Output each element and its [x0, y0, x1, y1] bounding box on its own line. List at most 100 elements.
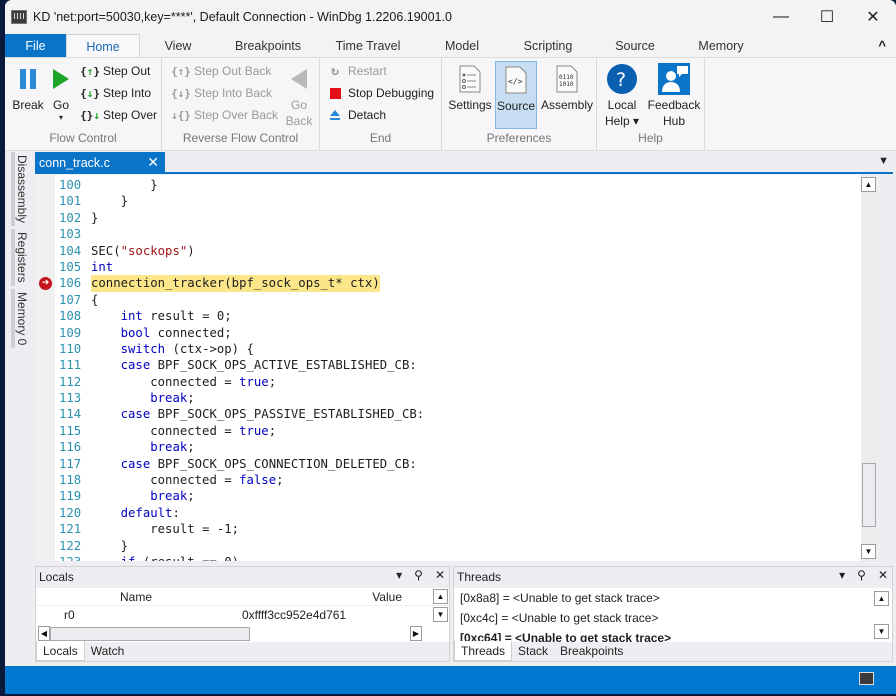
restart-icon: ↻	[331, 63, 339, 79]
scroll-down-icon[interactable]: ▼	[861, 544, 876, 559]
code-line[interactable]: 121 result = -1;	[55, 521, 877, 537]
scroll-thumb[interactable]	[862, 463, 876, 527]
break-button[interactable]: Break	[11, 61, 45, 113]
code-line[interactable]: 117 case BPF_SOCK_OPS_CONNECTION_DELETED…	[55, 456, 877, 472]
step-out-button[interactable]: {↑} Step Out	[80, 61, 150, 81]
code-line[interactable]: 120 default:	[55, 505, 877, 521]
code-line[interactable]: 109 bool connected;	[55, 325, 877, 341]
tab-scripting[interactable]: Scripting	[508, 34, 588, 58]
threads-scroll-down-icon[interactable]: ▼	[874, 624, 889, 639]
side-tab-memory[interactable]: Memory 0	[11, 288, 29, 349]
notification-icon[interactable]	[859, 672, 874, 685]
tab-view[interactable]: View	[140, 34, 216, 58]
tab-overflow-icon[interactable]: ▼	[878, 155, 889, 167]
editor-vertical-scrollbar[interactable]: ▲ ▼	[861, 175, 877, 561]
tab-home[interactable]: Home	[66, 34, 140, 58]
pane-dropdown-icon[interactable]: ▾	[396, 568, 402, 582]
side-tab-registers[interactable]: Registers	[11, 229, 29, 286]
tab-file[interactable]: File	[5, 34, 66, 58]
locals-horizontal-scrollbar[interactable]: ◀ ▶	[38, 626, 422, 641]
code-line[interactable]: 103	[55, 226, 877, 242]
minimize-button[interactable]: —	[758, 0, 804, 34]
code-line[interactable]: 116 break;	[55, 439, 877, 455]
pane-close-icon[interactable]: ✕	[878, 568, 888, 582]
go-dropdown-icon[interactable]: ▾	[59, 113, 63, 123]
code-line[interactable]: 111 case BPF_SOCK_OPS_ACTIVE_ESTABLISHED…	[55, 357, 877, 373]
tab-watch[interactable]: Watch	[85, 641, 131, 661]
tab-breakpoints[interactable]: Breakpoints	[216, 34, 320, 58]
thread-item[interactable]: [0xc4c] = <Unable to get stack trace>	[454, 608, 892, 628]
code-text: int	[91, 259, 114, 274]
go-back-button[interactable]: Go Back	[284, 61, 314, 129]
detach-button[interactable]: Detach	[326, 105, 386, 125]
local-help-button[interactable]: ? Local Help ▾	[603, 61, 641, 129]
code-line[interactable]: 112 connected = true;	[55, 374, 877, 390]
thread-item[interactable]: [0x8a8] = <Unable to get stack trace>	[454, 588, 892, 608]
go-button[interactable]: Go ▾	[49, 61, 73, 123]
locals-scroll-down-icon[interactable]: ▼	[433, 607, 448, 622]
step-into-back-button[interactable]: {↓} Step Into Back	[171, 83, 272, 103]
stop-debugging-button[interactable]: Stop Debugging	[326, 83, 434, 103]
code-line[interactable]: 118 connected = false;	[55, 472, 877, 488]
feedback-hub-button[interactable]: Feedback Hub	[647, 61, 701, 129]
tab-breakpoints-pane[interactable]: Breakpoints	[554, 641, 629, 661]
close-tab-icon[interactable]: ✕	[147, 154, 159, 171]
code-line[interactable]: 101 }	[55, 193, 877, 209]
code-line[interactable]: 108 int result = 0;	[55, 308, 877, 324]
code-line[interactable]: 115 connected = true;	[55, 423, 877, 439]
pin-icon[interactable]: ⚲	[857, 568, 866, 582]
source-code-icon: </>	[505, 62, 527, 98]
pin-icon[interactable]: ⚲	[414, 568, 423, 582]
tab-stack[interactable]: Stack	[512, 641, 554, 661]
column-header-value[interactable]: Value	[236, 588, 432, 605]
line-number: 100	[59, 178, 82, 192]
scroll-left-icon[interactable]: ◀	[38, 626, 50, 641]
pane-dropdown-icon[interactable]: ▾	[839, 568, 845, 582]
threads-pane: Threads ▾ ⚲ ✕ [0x8a8] = <Unable to get s…	[453, 566, 893, 662]
h-scroll-thumb[interactable]	[50, 626, 250, 641]
threads-scroll-up-icon[interactable]: ▲	[874, 591, 889, 606]
thread-item-current[interactable]: [0xc64] = <Unable to get stack trace>	[454, 628, 892, 642]
maximize-button[interactable]: ☐	[804, 0, 850, 34]
breakpoint-gutter[interactable]	[35, 175, 55, 561]
source-button[interactable]: </> Source	[495, 61, 537, 129]
scroll-up-icon[interactable]: ▲	[861, 177, 876, 192]
code-line[interactable]: 100 }	[55, 177, 877, 193]
locals-row[interactable]: r0 0xffff3cc952e4d761	[36, 606, 449, 624]
code-line[interactable]: 107 {	[55, 292, 877, 308]
pane-close-icon[interactable]: ✕	[435, 568, 445, 582]
side-tool-tabs: Disassembly Registers Memory 0	[11, 152, 31, 351]
collapse-ribbon-icon[interactable]: ^	[878, 38, 886, 53]
code-line[interactable]: 119 break;	[55, 488, 877, 504]
settings-button[interactable]: Settings	[448, 61, 492, 113]
side-tab-disassembly[interactable]: Disassembly	[11, 152, 29, 227]
code-line[interactable]: ➜ 106 connection_tracker(bpf_sock_ops_t* c…	[39, 275, 877, 292]
step-over-back-button[interactable]: ↓{} Step Over Back	[171, 105, 278, 125]
tab-memory[interactable]: Memory	[682, 34, 760, 58]
code-line[interactable]: 113 break;	[55, 390, 877, 406]
code-line[interactable]: 105 int	[55, 259, 877, 275]
tab-time-travel[interactable]: Time Travel	[320, 34, 416, 58]
step-out-back-button[interactable]: {↑} Step Out Back	[171, 61, 271, 81]
code-line[interactable]: 123 if (result == 0)	[55, 554, 877, 561]
tab-threads[interactable]: Threads	[454, 641, 513, 661]
tab-locals[interactable]: Locals	[36, 641, 85, 661]
restart-button[interactable]: ↻ Restart	[326, 61, 387, 81]
code-line[interactable]: 110 switch (ctx->op) {	[55, 341, 877, 357]
scroll-right-icon[interactable]: ▶	[410, 626, 422, 641]
code-line[interactable]: 114 case BPF_SOCK_OPS_PASSIVE_ESTABLISHE…	[55, 406, 877, 422]
locals-scroll-up-icon[interactable]: ▲	[433, 589, 448, 604]
step-over-button[interactable]: {} ↓ Step Over	[80, 105, 157, 125]
close-button[interactable]: ✕	[850, 0, 896, 34]
code-line[interactable]: 122 }	[55, 538, 877, 554]
tab-source[interactable]: Source	[588, 34, 682, 58]
line-number: 106	[59, 276, 82, 291]
doc-tab-conn-track[interactable]: conn_track.c ✕	[35, 152, 165, 174]
source-editor[interactable]: 100 } 101 } 102} 103 104 SEC("sockops") 105 int…	[35, 175, 877, 561]
column-header-name[interactable]: Name	[36, 588, 236, 605]
assembly-button[interactable]: 0110 1010 Assembly	[540, 61, 594, 113]
code-line[interactable]: 102}	[55, 210, 877, 226]
step-into-button[interactable]: {↓} Step Into	[80, 83, 151, 103]
code-line[interactable]: 104 SEC("sockops")	[55, 243, 877, 259]
tab-model[interactable]: Model	[416, 34, 508, 58]
